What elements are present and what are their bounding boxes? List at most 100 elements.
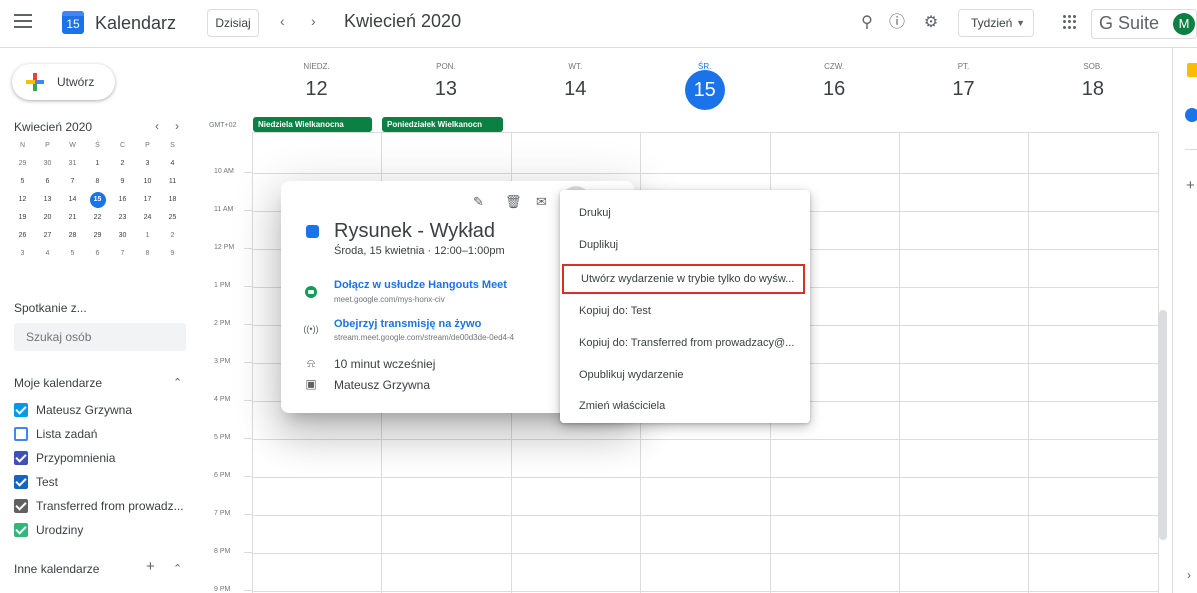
hour-tick xyxy=(244,438,252,439)
menu-item[interactable]: Kopiuj do: Transferred from prowadzacy@.… xyxy=(560,328,810,358)
mini-day-cell[interactable]: 24 xyxy=(135,209,160,227)
mini-day-cell[interactable]: 2 xyxy=(160,227,185,245)
mini-day-cell[interactable]: 27 xyxy=(35,227,60,245)
mini-day-cell[interactable]: 15 xyxy=(85,191,110,209)
grid-scrollbar[interactable] xyxy=(1159,310,1167,540)
settings-gear-icon[interactable]: ⚙ xyxy=(920,12,942,34)
main-menu-icon[interactable] xyxy=(14,14,32,28)
mini-day-cell[interactable]: 12 xyxy=(10,191,35,209)
hour-label: 12 PM xyxy=(214,244,235,251)
view-selector[interactable]: Tydzień ▼ xyxy=(958,9,1034,37)
allday-event-chip[interactable]: Poniedziałek Wielkanocn xyxy=(382,117,503,132)
mini-day-cell[interactable]: 4 xyxy=(160,155,185,173)
mini-day-cell[interactable]: 7 xyxy=(60,173,85,191)
menu-item[interactable]: Opublikuj wydarzenie xyxy=(560,360,810,390)
mini-day-cell[interactable]: 6 xyxy=(85,245,110,263)
mini-day-cell[interactable]: 6 xyxy=(35,173,60,191)
watch-stream-link[interactable]: Obejrzyj transmisję na żywo xyxy=(334,318,481,330)
calendar-checkbox[interactable] xyxy=(14,499,28,513)
calendar-checkbox[interactable] xyxy=(14,427,28,441)
chevron-up-icon[interactable]: ⌃ xyxy=(173,562,182,575)
calendar-label: Test xyxy=(36,475,59,489)
add-addon-plus-icon[interactable]: + xyxy=(1186,177,1195,194)
chevron-right-icon[interactable]: › xyxy=(1187,568,1191,582)
mini-day-cell[interactable]: 16 xyxy=(110,191,135,209)
mini-day-cell[interactable]: 19 xyxy=(10,209,35,227)
mini-day-cell[interactable]: 7 xyxy=(110,245,135,263)
mini-day-cell[interactable]: 29 xyxy=(85,227,110,245)
mini-day-cell[interactable]: 20 xyxy=(35,209,60,227)
day-number[interactable]: 13 xyxy=(381,78,510,101)
account-avatar[interactable]: M xyxy=(1173,13,1195,35)
mini-day-cell[interactable]: 3 xyxy=(10,245,35,263)
menu-item[interactable]: Kopiuj do: Test xyxy=(560,296,810,326)
edit-pencil-icon[interactable]: ✎ xyxy=(473,194,484,210)
menu-item[interactable]: Utwórz wydarzenie w trybie tylko do wyśw… xyxy=(562,264,805,294)
search-icon[interactable]: ⚲ xyxy=(856,12,878,34)
mini-day-cell[interactable]: 3 xyxy=(135,155,160,173)
calendar-checkbox[interactable] xyxy=(14,523,28,537)
day-number[interactable]: 18 xyxy=(1028,78,1157,101)
calendar-checkbox[interactable] xyxy=(14,403,28,417)
calendar-checkbox[interactable] xyxy=(14,451,28,465)
my-calendars-heading[interactable]: Moje kalendarze xyxy=(14,376,102,390)
mini-weekday-head: S xyxy=(170,142,175,149)
day-name: PT. xyxy=(957,62,970,71)
mini-day-cell[interactable]: 5 xyxy=(10,173,35,191)
mini-day-cell[interactable]: 26 xyxy=(10,227,35,245)
mini-day-cell[interactable]: 18 xyxy=(160,191,185,209)
day-number[interactable]: 12 xyxy=(252,78,381,101)
mini-day-cell[interactable]: 9 xyxy=(110,173,135,191)
mini-day-cell[interactable]: 13 xyxy=(35,191,60,209)
email-icon[interactable]: ✉ xyxy=(536,194,547,210)
mini-day-cell[interactable]: 8 xyxy=(85,173,110,191)
mini-next-month-button[interactable]: › xyxy=(175,119,179,133)
help-icon[interactable]: ⓘ xyxy=(886,12,908,34)
day-number[interactable]: 14 xyxy=(511,78,640,101)
mini-day-cell[interactable]: 17 xyxy=(135,191,160,209)
mini-day-cell[interactable]: 1 xyxy=(135,227,160,245)
delete-trash-icon[interactable]: 🗑 xyxy=(505,194,522,210)
calendar-label: Transferred from prowadz... xyxy=(36,499,184,513)
menu-item[interactable]: Zmień właściciela xyxy=(560,391,810,421)
mini-day-cell[interactable]: 28 xyxy=(60,227,85,245)
mini-day-cell[interactable]: 23 xyxy=(110,209,135,227)
join-meet-link[interactable]: Dołącz w usłudze Hangouts Meet xyxy=(334,279,507,291)
mini-day-cell[interactable]: 11 xyxy=(160,173,185,191)
mini-day-cell[interactable]: 8 xyxy=(135,245,160,263)
mini-day-cell[interactable]: 22 xyxy=(85,209,110,227)
mini-day-cell[interactable]: 30 xyxy=(35,155,60,173)
keep-icon[interactable] xyxy=(1187,63,1197,77)
mini-day-cell[interactable]: 21 xyxy=(60,209,85,227)
add-calendar-plus-icon[interactable]: + xyxy=(146,558,155,575)
day-number[interactable]: 16 xyxy=(770,78,899,101)
mini-day-cell[interactable]: 14 xyxy=(60,191,85,209)
mini-day-cell[interactable]: 1 xyxy=(85,155,110,173)
mini-day-cell[interactable]: 10 xyxy=(135,173,160,191)
search-people-input[interactable]: Szukaj osób xyxy=(14,323,186,351)
today-button[interactable]: Dzisiaj xyxy=(207,9,259,37)
mini-day-cell[interactable]: 5 xyxy=(60,245,85,263)
mini-day-cell[interactable]: 4 xyxy=(35,245,60,263)
prev-week-button[interactable]: ‹ xyxy=(280,13,285,29)
menu-item[interactable]: Drukuj xyxy=(560,198,810,228)
mini-day-cell[interactable]: 2 xyxy=(110,155,135,173)
mini-day-cell[interactable]: 30 xyxy=(110,227,135,245)
menu-item[interactable]: Duplikuj xyxy=(560,230,810,260)
mini-day-cell[interactable]: 9 xyxy=(160,245,185,263)
day-number[interactable]: 17 xyxy=(899,78,1028,101)
chevron-up-icon[interactable]: ⌃ xyxy=(173,376,182,389)
other-calendars-heading[interactable]: Inne kalendarze xyxy=(14,562,99,576)
calendar-checkbox[interactable] xyxy=(14,475,28,489)
create-event-button[interactable]: Utwórz xyxy=(12,64,115,100)
mini-prev-month-button[interactable]: ‹ xyxy=(155,119,159,133)
day-number[interactable]: 15 xyxy=(640,70,769,110)
allday-event-chip[interactable]: Niedziela Wielkanocna xyxy=(253,117,372,132)
tasks-icon[interactable] xyxy=(1185,108,1197,122)
apps-grid-icon[interactable] xyxy=(1063,15,1077,29)
mini-day-cell[interactable]: 31 xyxy=(60,155,85,173)
mini-day-cell[interactable]: 29 xyxy=(10,155,35,173)
mini-day-cell[interactable]: 25 xyxy=(160,209,185,227)
next-week-button[interactable]: › xyxy=(311,13,316,29)
app-title[interactable]: Kalendarz xyxy=(95,13,176,34)
